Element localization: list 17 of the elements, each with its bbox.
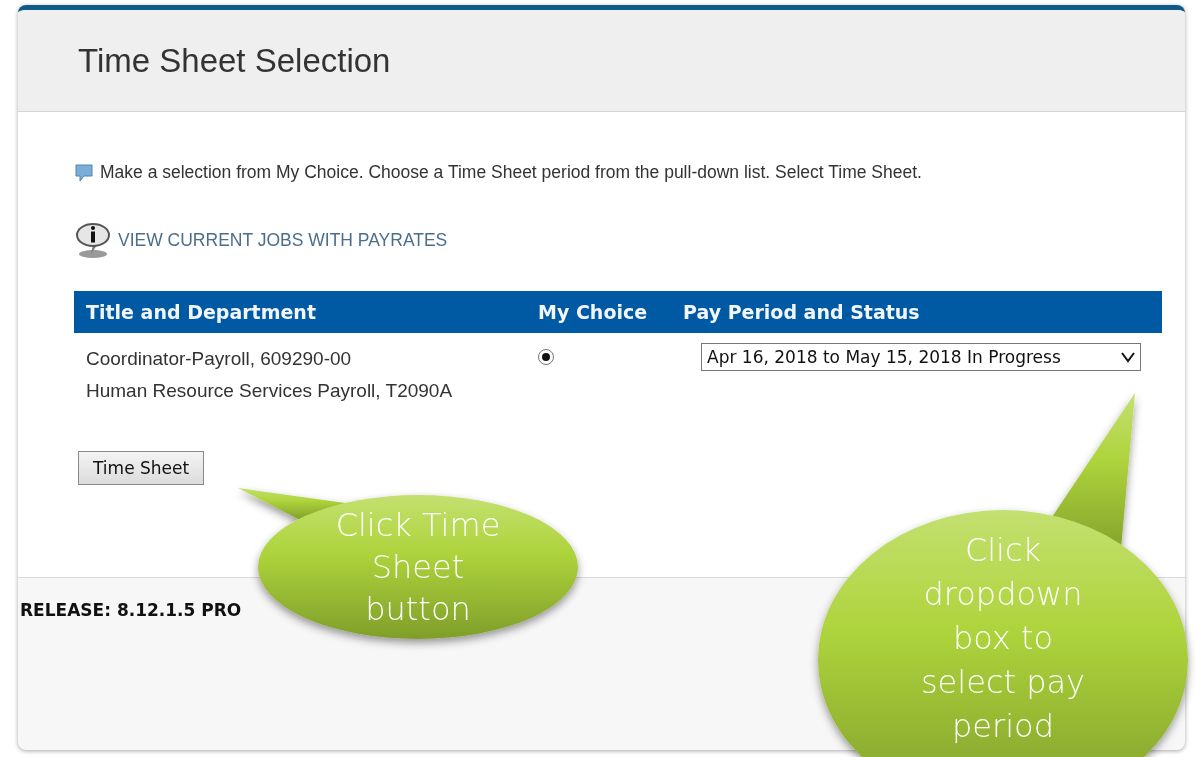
column-header: Title and Department [74, 291, 526, 333]
callout-text: Click Time Sheet button [334, 505, 502, 630]
column-header: Pay Period and Status [671, 291, 1162, 333]
view-jobs-link[interactable]: VIEW CURRENT JOBS WITH PAYRATES [118, 229, 448, 251]
column-header: My Choice [526, 291, 671, 333]
job-title-text: Coordinator-Payroll, 609290-00 [86, 347, 353, 371]
info-icon [74, 221, 112, 259]
instruction-text: Make a selection from My Choice. Choose a Time Sheet period from the pull-down list. Select Time Sheet. [100, 162, 922, 183]
release-text: RELEASE: 8.12.1.5 PRO [20, 600, 242, 620]
chevron-down-icon [1120, 351, 1136, 363]
time-sheet-button[interactable]: Time Sheet [78, 451, 205, 485]
pay-period-dropdown[interactable]: Apr 16, 2018 to May 15, 2018 In Progress [701, 343, 1141, 371]
speech-bubble-icon [74, 162, 94, 183]
job-title-text: Human Resource Services Payroll, T2090A [86, 379, 454, 403]
panel-title: Time Sheet Selection [78, 41, 391, 80]
callout-text: Click dropdown box to select pay period [919, 530, 1087, 747]
choice-radio[interactable] [538, 349, 554, 365]
